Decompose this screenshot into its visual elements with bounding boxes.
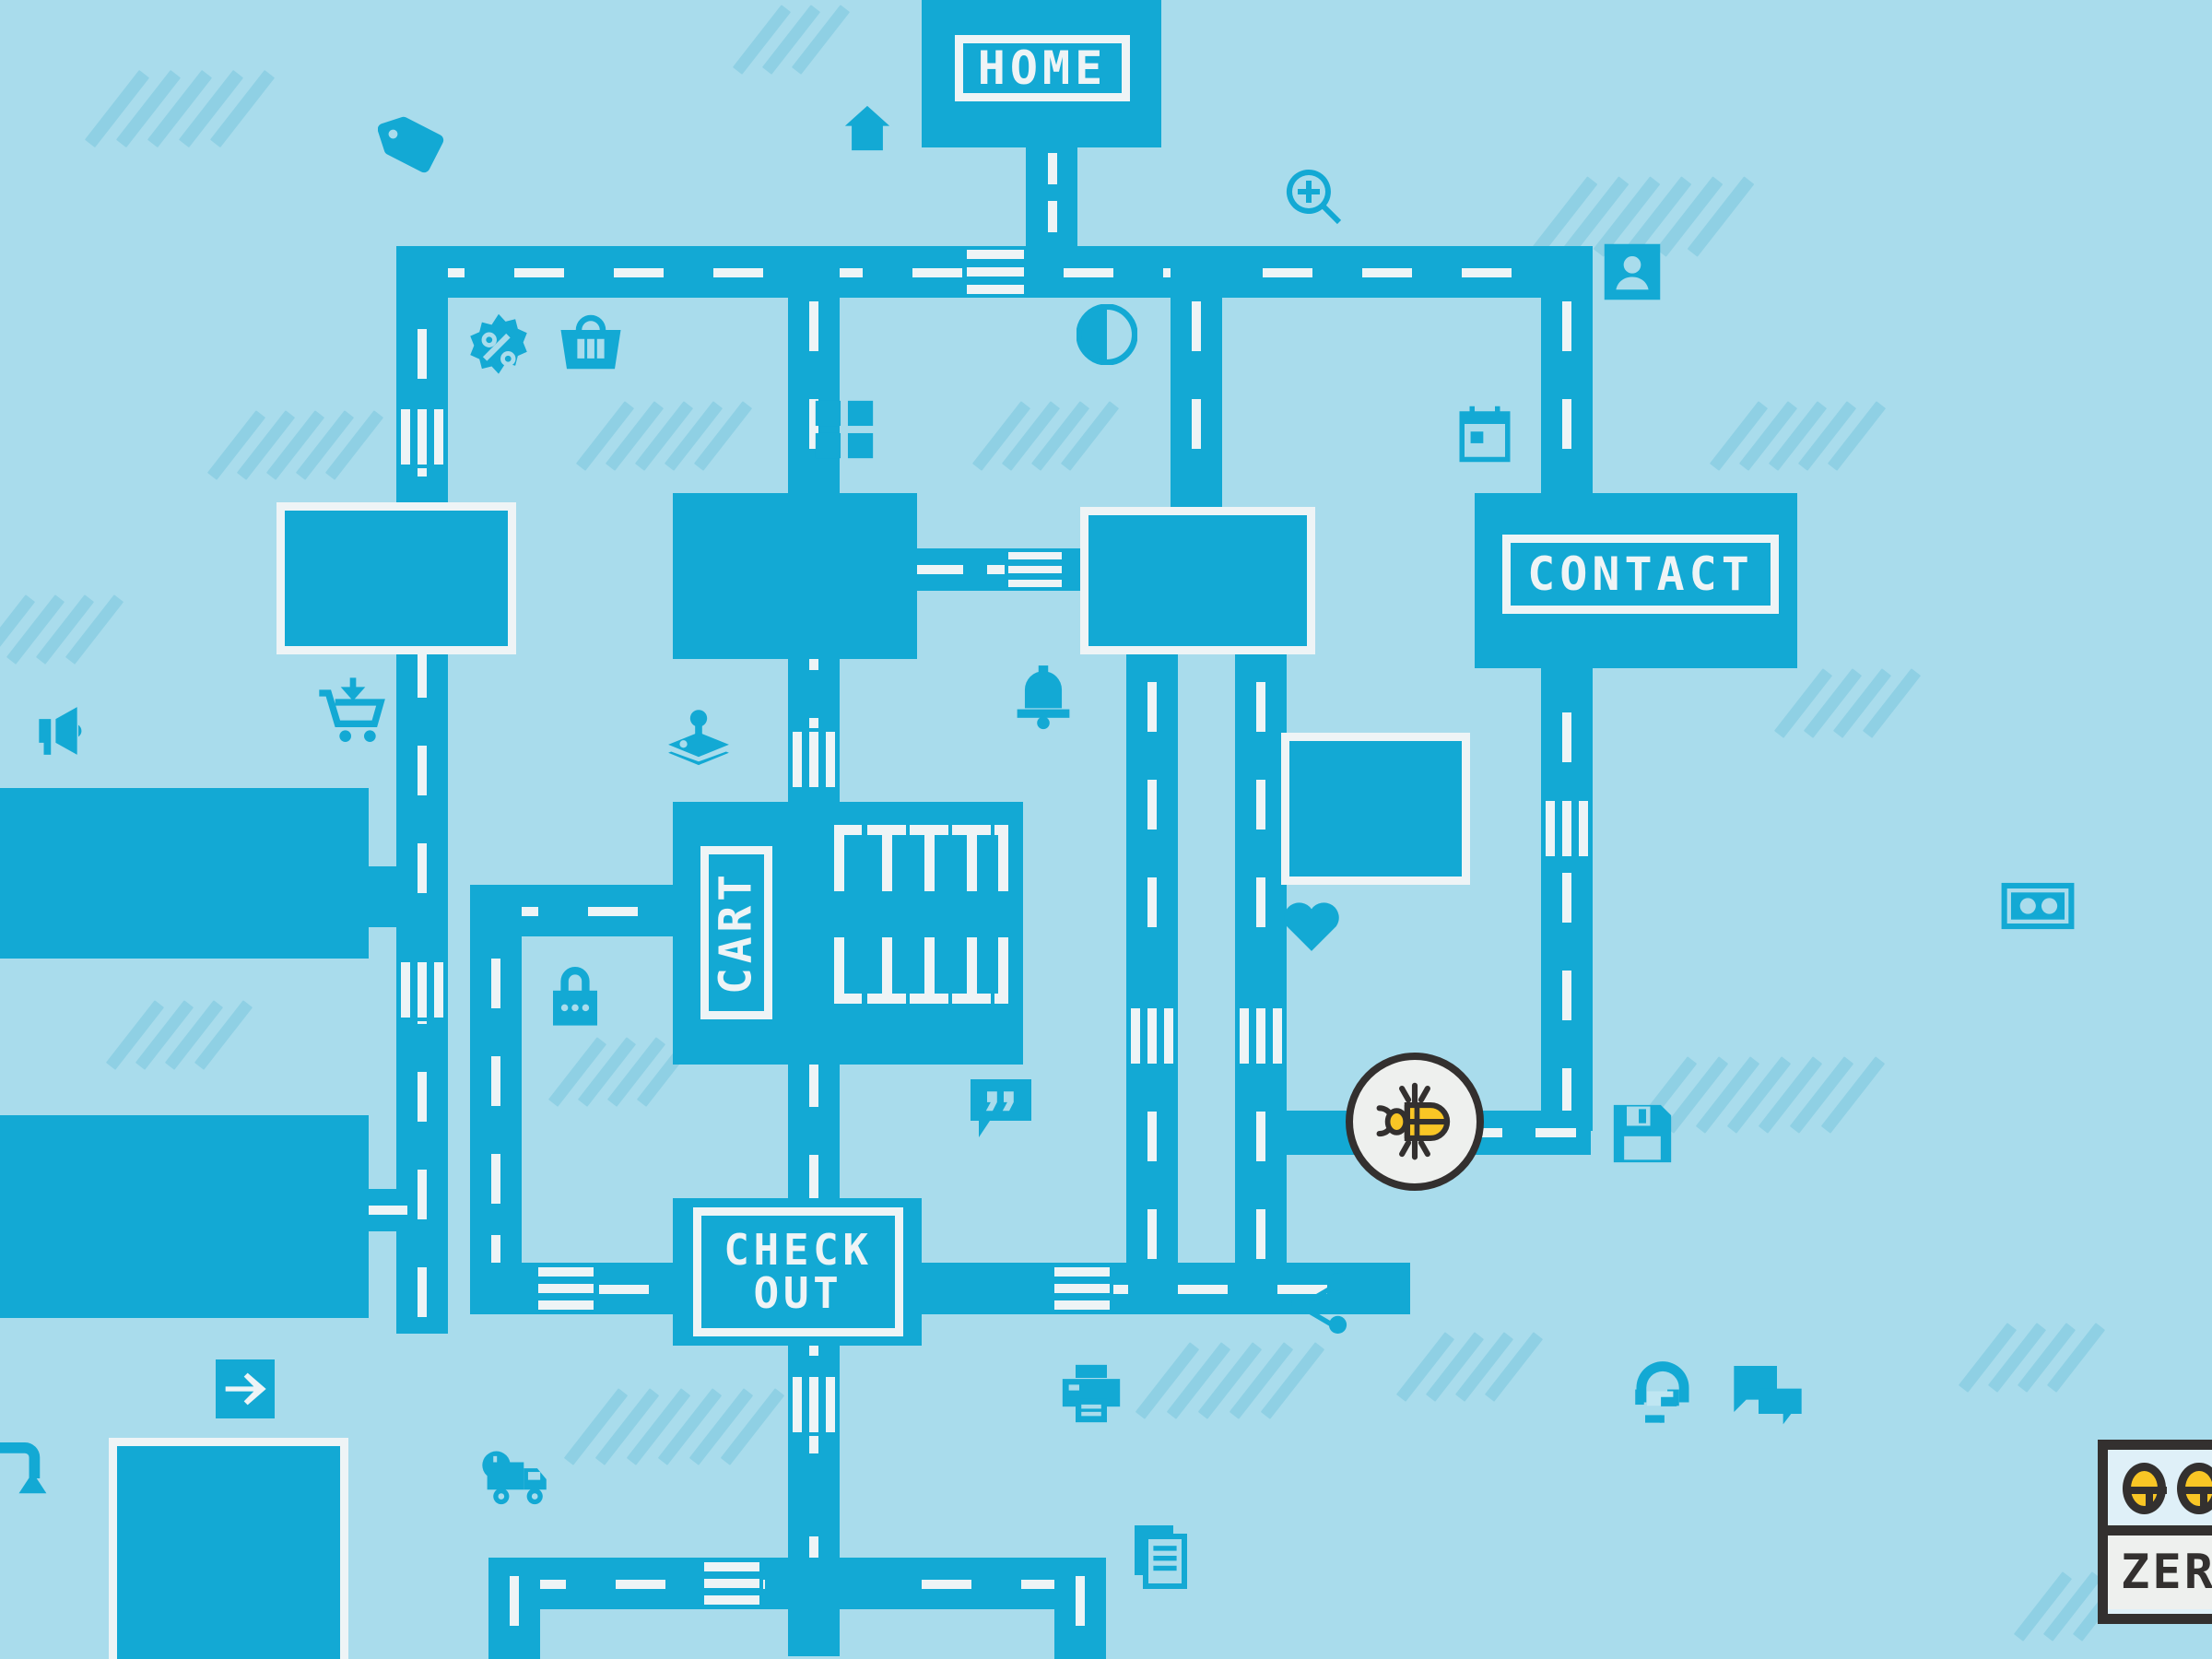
calendar-icon — [1454, 404, 1515, 465]
heart-icon — [1277, 894, 1347, 959]
contrast-icon — [1077, 304, 1137, 365]
bug-marker[interactable] — [1346, 1053, 1484, 1191]
add-to-cart-icon — [315, 675, 391, 748]
grid-icon — [813, 398, 876, 461]
chat-icon — [1731, 1362, 1805, 1425]
sitemap-illustration: HOME CONTACT CART CHECK OUT ZER — [0, 0, 2212, 1659]
bug-icon — [1370, 1077, 1460, 1167]
joystick-icon — [659, 708, 738, 778]
delivery-truck-icon — [481, 1445, 560, 1510]
bell-icon — [1009, 662, 1077, 732]
icon-layer — [0, 0, 2212, 1659]
arrow-right-icon[interactable] — [216, 1359, 275, 1418]
score-coins — [2108, 1450, 2212, 1525]
share-icon — [1287, 1270, 1353, 1336]
score-panel: ZERO — [2098, 1440, 2212, 1624]
banknote-icon — [1998, 877, 2077, 935]
coin-icon — [2177, 1463, 2212, 1514]
return-arrow-icon — [0, 1430, 52, 1502]
lock-icon — [542, 960, 608, 1034]
headset-icon — [1628, 1359, 1698, 1429]
house-icon — [841, 100, 894, 157]
score-label: ZERO — [2108, 1525, 2212, 1609]
coin-icon — [2123, 1463, 2168, 1514]
score-text: ZERO — [2121, 1545, 2212, 1600]
printer-icon — [1058, 1362, 1124, 1425]
user-card-icon — [1602, 241, 1663, 302]
basket-icon — [553, 306, 629, 378]
copy-icon — [1132, 1523, 1198, 1594]
zoom-in-icon — [1281, 164, 1347, 230]
megaphone-icon — [20, 702, 96, 759]
discount-badge-icon — [461, 312, 536, 387]
tag-icon — [378, 109, 450, 181]
save-disk-icon — [1611, 1102, 1674, 1165]
quote-icon — [966, 1077, 1036, 1143]
